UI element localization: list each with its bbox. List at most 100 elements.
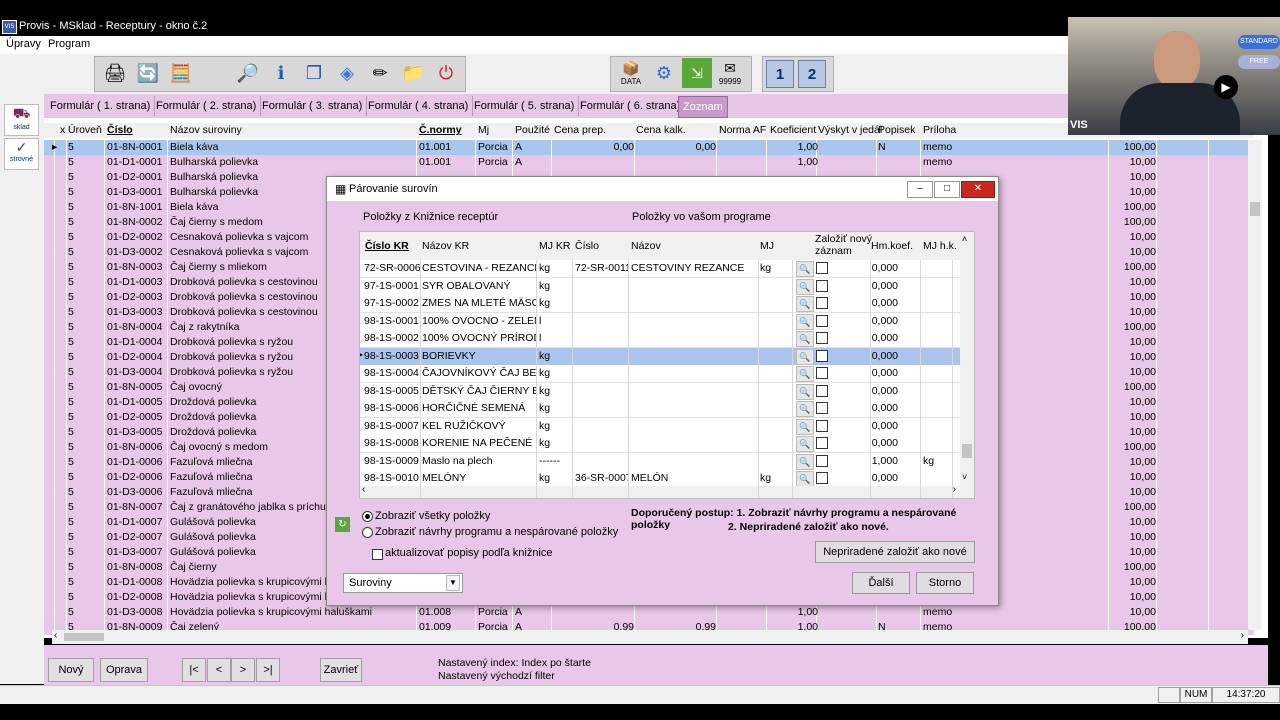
col-cislo-program[interactable]: Číslo: [575, 240, 599, 252]
module-sklad-button[interactable]: ⛟ sklad: [4, 104, 39, 136]
col-nazov[interactable]: Názov suroviny: [170, 124, 242, 136]
create-new-checkbox[interactable]: [816, 402, 828, 414]
hscroll-thumb[interactable]: [64, 633, 104, 641]
table-row[interactable]: ▸ 5 01-8N-0001 Biela káva 01.001 Porcia A 0,00 0…: [44, 140, 1254, 156]
maximize-icon[interactable]: □: [934, 181, 960, 198]
create-new-checkbox[interactable]: [816, 384, 828, 397]
col-cislo-kr[interactable]: Číslo KR: [365, 240, 409, 252]
col-nazov-program[interactable]: Názov: [631, 240, 661, 252]
next-record-button[interactable]: >: [231, 658, 255, 682]
menu-program[interactable]: Program: [48, 38, 90, 50]
col-hm-koef[interactable]: Hm.koef.: [871, 240, 913, 252]
folder-icon[interactable]: 📁: [398, 58, 428, 88]
gear-icon[interactable]: ⚙: [649, 58, 679, 88]
col-norma-af[interactable]: Norma AF: [719, 124, 766, 136]
close-button[interactable]: Zavrieť: [320, 658, 362, 682]
create-new-checkbox[interactable]: [816, 454, 828, 467]
pencil-icon[interactable]: ✏: [365, 58, 395, 88]
table-row[interactable]: 5 01-D3-0008 Hovädzia polievka s krupicový…: [44, 605, 1254, 621]
create-new-checkbox[interactable]: [816, 367, 828, 379]
scroll-right-icon[interactable]: ›: [1241, 630, 1244, 641]
printer-icon[interactable]: 🖨: [100, 58, 130, 88]
create-new-checkbox[interactable]: [816, 437, 828, 449]
create-new-checkbox[interactable]: [816, 262, 828, 274]
col-uroven[interactable]: Úroveň: [68, 124, 102, 136]
create-new-checkbox[interactable]: [816, 349, 828, 362]
calculator-icon[interactable]: 🧮: [166, 58, 196, 88]
create-new-checkbox[interactable]: [816, 297, 828, 309]
tab-form-5[interactable]: Formulár ( 5. strana): [470, 96, 580, 116]
col-pouzite[interactable]: Použité: [515, 124, 550, 136]
lookup-icon[interactable]: 🔍: [796, 278, 814, 295]
create-new-checkbox[interactable]: [816, 419, 828, 432]
col-mj[interactable]: Mj: [478, 124, 489, 136]
col-nazov-kr[interactable]: Názov KR: [422, 240, 469, 252]
close-icon[interactable]: ✕: [961, 181, 995, 198]
col-popisek[interactable]: Popisek: [878, 124, 915, 136]
network-icon[interactable]: ◈: [332, 58, 362, 88]
module-stravne-button[interactable]: ✓ strovné: [4, 138, 39, 170]
col-koeficient[interactable]: Koeficient: [770, 124, 816, 136]
lookup-icon[interactable]: 🔍: [796, 348, 814, 365]
create-new-checkbox[interactable]: [816, 332, 828, 344]
category-dropdown[interactable]: Suroviny ▼: [343, 573, 463, 593]
data-box-icon[interactable]: 📦 DATA: [616, 58, 646, 88]
lookup-icon[interactable]: 🔍: [796, 331, 814, 347]
col-vyskyt[interactable]: Výskyt v jedál: [818, 124, 882, 136]
create-new-checkbox[interactable]: [816, 314, 828, 327]
lookup-icon[interactable]: 🔍: [796, 418, 814, 435]
power-icon[interactable]: ⏻: [431, 58, 461, 88]
next-button[interactable]: Ďalší: [852, 572, 910, 594]
windows-icon[interactable]: ❐: [299, 58, 329, 88]
lookup-icon[interactable]: 🔍: [796, 261, 814, 277]
lookup-icon[interactable]: 🔍: [796, 401, 814, 417]
mail-counter-icon[interactable]: ✉ 99999: [715, 58, 745, 88]
col-cnormy[interactable]: Č.normy: [419, 124, 462, 136]
pairing-scroll-left-icon[interactable]: ‹: [362, 484, 365, 495]
export-icon[interactable]: ⇲: [682, 58, 712, 88]
table-row[interactable]: 5 01-D1-0001 Bulharská polievka 01.001 Porci…: [44, 155, 1254, 171]
col-mj-kr[interactable]: MJ KR: [539, 240, 571, 252]
col-zalozit[interactable]: Založiť nový záznam: [815, 233, 875, 257]
window-2-button[interactable]: 2: [798, 60, 826, 88]
tab-zoznam[interactable]: Zoznam: [678, 96, 728, 118]
scroll-left-icon[interactable]: ‹: [54, 630, 57, 641]
lookup-icon[interactable]: 🔍: [796, 313, 814, 330]
tab-form-1[interactable]: Formulár ( 1. strana): [46, 96, 156, 116]
lookup-icon[interactable]: 🔍: [796, 471, 814, 487]
tab-form-2[interactable]: Formulár ( 2. strana): [152, 96, 262, 116]
last-record-button[interactable]: >|: [256, 658, 280, 682]
col-cena-prep[interactable]: Cena prep.: [554, 124, 606, 136]
window-1-button[interactable]: 1: [766, 60, 794, 88]
refresh-green-icon[interactable]: ↻: [335, 517, 350, 532]
col-x[interactable]: x: [60, 124, 65, 136]
tab-form-3[interactable]: Formulár ( 3. strana): [258, 96, 368, 116]
pairing-scroll-right-icon[interactable]: ›: [953, 484, 956, 495]
vscroll-thumb[interactable]: [1250, 202, 1260, 216]
col-mj-program[interactable]: MJ: [760, 240, 774, 252]
search-tools-icon[interactable]: 🔎: [233, 58, 263, 88]
tab-form-6[interactable]: Formulár ( 6. strana): [576, 96, 686, 116]
chevron-down-icon[interactable]: ▼: [446, 575, 460, 591]
info-icon[interactable]: ℹ: [266, 58, 296, 88]
cancel-button[interactable]: Storno: [916, 572, 974, 594]
radio-show-suggestions[interactable]: [362, 527, 373, 538]
lookup-icon[interactable]: 🔍: [796, 366, 814, 382]
lookup-icon[interactable]: 🔍: [796, 296, 814, 312]
lookup-icon[interactable]: 🔍: [796, 383, 814, 400]
grid-horizontal-scrollbar[interactable]: ‹ ›: [52, 630, 1248, 644]
create-new-checkbox[interactable]: [816, 279, 828, 292]
play-icon[interactable]: ▶: [1214, 75, 1238, 99]
col-cislo[interactable]: Číslo: [107, 124, 133, 136]
col-mj-hk[interactable]: MJ h.k.: [923, 240, 957, 252]
scroll-down-icon[interactable]: ˅: [962, 472, 967, 482]
grid-vertical-scrollbar[interactable]: [1248, 140, 1262, 630]
tab-form-4[interactable]: Formulár ( 4. strana): [364, 96, 474, 116]
update-descriptions-checkbox[interactable]: [372, 549, 383, 560]
lookup-icon[interactable]: 🔍: [796, 453, 814, 470]
refresh-icon[interactable]: 🔄: [133, 58, 163, 88]
menu-upravy[interactable]: Úpravy: [6, 38, 41, 50]
edit-button[interactable]: Oprava: [100, 658, 148, 682]
radio-show-all[interactable]: [362, 511, 373, 522]
pairing-vscroll-thumb[interactable]: [962, 444, 972, 458]
